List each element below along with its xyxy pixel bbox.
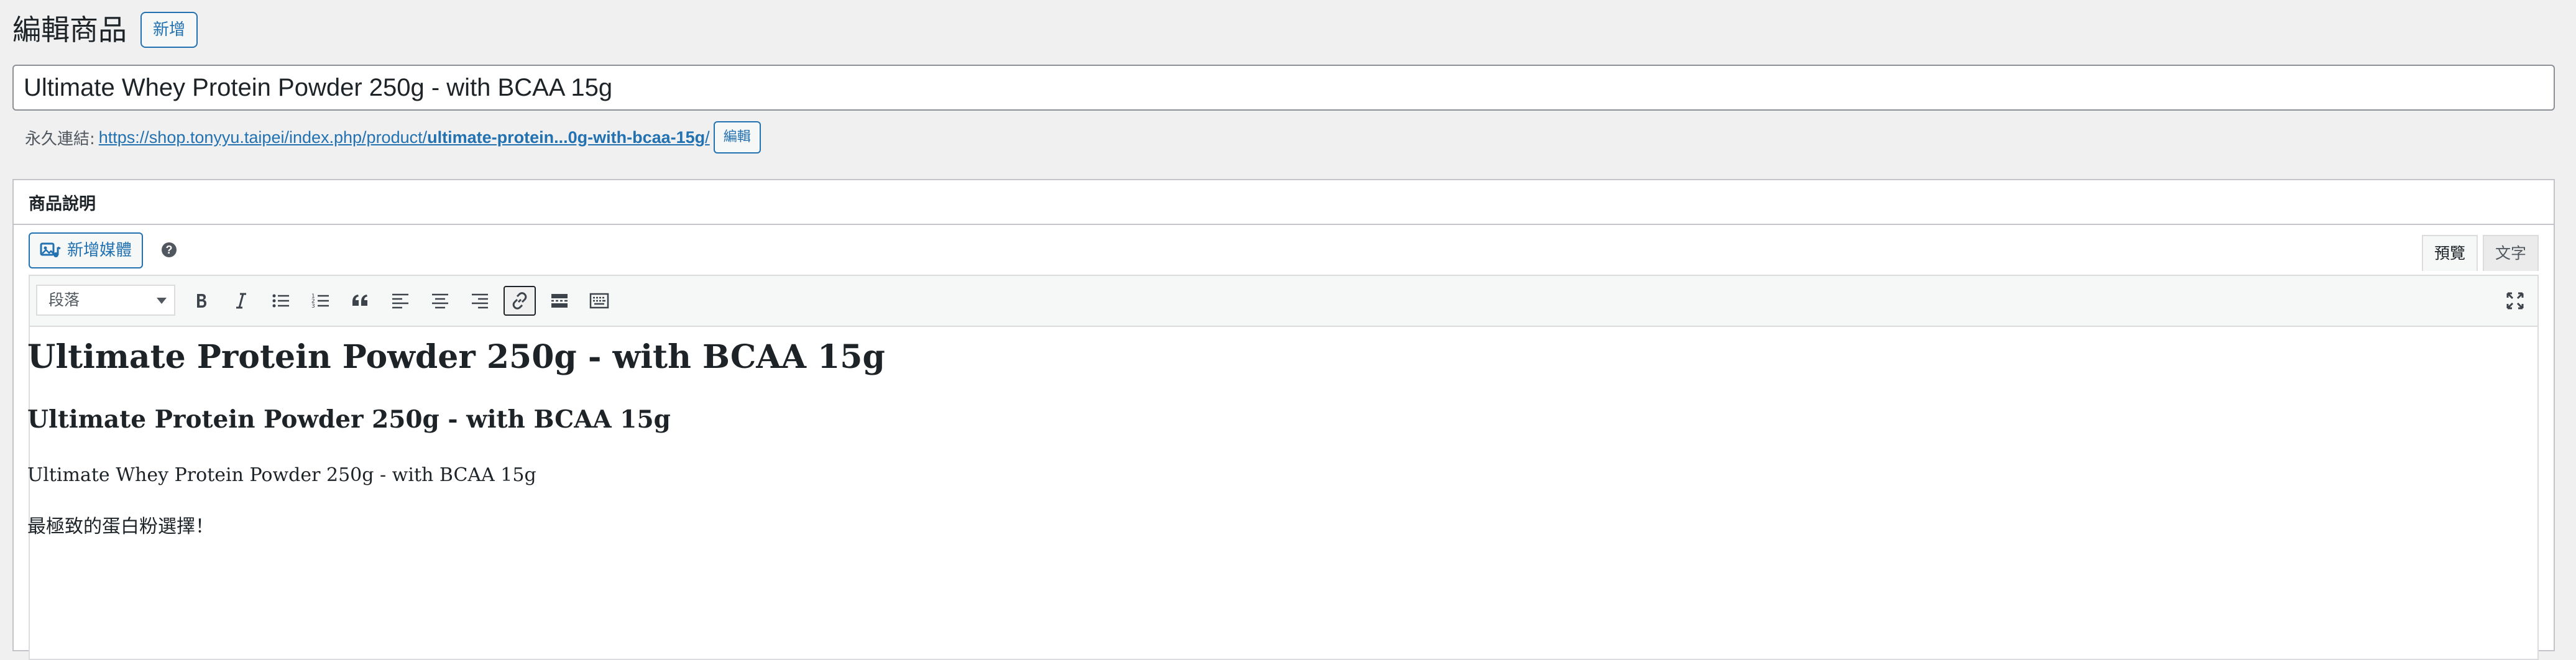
tab-text[interactable]: 文字 <box>2482 235 2539 271</box>
permalink-url-slug: ultimate-protein...0g-with-bcaa-15g <box>427 127 706 147</box>
format-select-value: 段落 <box>48 291 80 309</box>
postbox-header: 商品說明 <box>14 180 2554 225</box>
permalink-url-base: https://shop.tonyyu.taipei/index.php/pro… <box>98 127 428 147</box>
insert-link-button[interactable] <box>504 286 536 316</box>
bold-icon <box>197 294 206 308</box>
content-paragraph[interactable]: Ultimate Whey Protein Powder 250g - with… <box>27 464 536 486</box>
toolbar-toggle-button[interactable] <box>583 286 615 316</box>
fullscreen-icon <box>2506 292 2524 309</box>
fullscreen-button[interactable] <box>2499 286 2531 316</box>
permalink-label: 永久連結: <box>25 129 95 149</box>
permalink-url-trailing: / <box>705 127 710 147</box>
editor-toolbar: 段落 1 2 3 <box>30 276 2537 327</box>
permalink-row: 永久連結: https://shop.tonyyu.taipei/index.p… <box>25 118 761 157</box>
page-title: 編輯商品 <box>12 13 127 47</box>
read-more-button[interactable] <box>543 286 576 316</box>
italic-icon <box>236 293 246 309</box>
toolbar-toggle-icon <box>589 293 609 309</box>
align-center-button[interactable] <box>424 286 456 316</box>
add-media-button[interactable]: 新增媒體 <box>29 232 144 268</box>
content-paragraph[interactable]: 最極致的蛋白粉選擇！ <box>27 511 214 538</box>
insert-link-icon <box>512 292 527 309</box>
blockquote-icon <box>352 295 367 306</box>
editor-tools: 新增媒體 ? 預覽 文字 <box>29 232 2539 271</box>
format-select[interactable]: 段落 <box>36 285 175 316</box>
page-header: 編輯商品 新增 <box>12 10 198 50</box>
bulleted-list-icon <box>272 294 289 308</box>
tab-visual[interactable]: 預覽 <box>2421 235 2478 271</box>
align-center-icon <box>432 293 448 309</box>
numbered-list-button[interactable]: 1 2 3 <box>305 286 337 316</box>
numbered-list-icon: 1 2 3 <box>311 293 329 309</box>
bold-button[interactable] <box>185 286 218 316</box>
italic-button[interactable] <box>225 286 257 316</box>
align-left-icon <box>392 293 408 309</box>
blockquote-button[interactable] <box>344 286 377 316</box>
content-heading-2[interactable]: Ultimate Protein Powder 250g - with BCAA… <box>27 405 671 434</box>
chevron-down-icon <box>157 298 167 304</box>
editor-tabs: 預覽 文字 <box>2417 232 2539 271</box>
align-right-icon <box>472 293 488 309</box>
add-media-icon <box>40 242 61 257</box>
align-left-button[interactable] <box>384 286 416 316</box>
permalink-edit-button[interactable]: 編輯 <box>713 121 761 154</box>
postbox-title: 商品說明 <box>29 194 96 214</box>
add-new-button[interactable]: 新增 <box>140 12 198 48</box>
bulleted-list-button[interactable] <box>265 286 297 316</box>
svg-text:3: 3 <box>311 303 315 309</box>
permalink-link[interactable]: https://shop.tonyyu.taipei/index.php/pro… <box>99 128 710 147</box>
align-right-button[interactable] <box>464 286 496 316</box>
product-title-input[interactable]: Ultimate Whey Protein Powder 250g - with… <box>12 65 2555 111</box>
add-media-label: 新增媒體 <box>67 241 132 260</box>
help-icon[interactable]: ? <box>162 242 177 257</box>
read-more-icon <box>551 294 568 308</box>
content-heading-1[interactable]: Ultimate Protein Powder 250g - with BCAA… <box>27 338 885 376</box>
